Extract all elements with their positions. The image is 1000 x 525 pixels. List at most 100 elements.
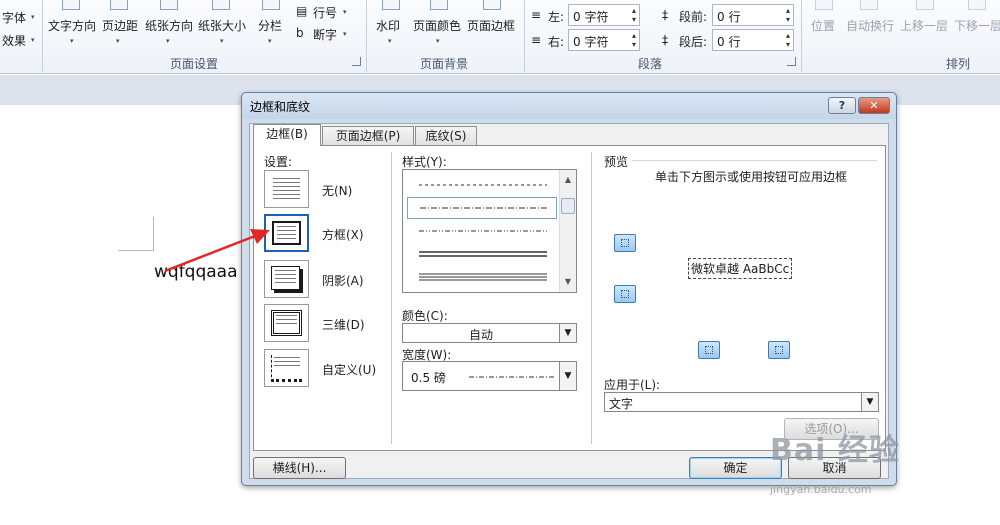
scroll-thumb[interactable] [561,198,575,214]
orientation-icon [160,0,178,10]
top-border-button[interactable] [614,234,636,252]
setting-shadow-label[interactable]: 阴影(A) [322,272,364,289]
dialog-titlebar[interactable]: 边框和底纹 ? ✕ [242,93,896,119]
setting-custom-label[interactable]: 自定义(U) [322,361,376,378]
text-direction-button[interactable]: 文字方向 [48,17,96,34]
chevron-down-icon: ▾ [70,37,74,45]
paper-size-button[interactable]: 纸张大小 [198,17,246,34]
page-color-button[interactable]: 页面颜色 [413,17,461,34]
page-background-group-label: 页面背景 [420,57,469,71]
margins-icon [110,0,128,10]
style-option-dashed[interactable] [407,174,557,196]
orientation-button[interactable]: 纸张方向 [145,17,193,34]
spin-arrows-icon[interactable]: ▴ ▾ [786,31,790,49]
spacing-after-icon: ‡ [662,33,668,47]
hyphenation-icon: b [296,26,304,40]
spacing-before-input[interactable]: 0 行 ▴ ▾ [712,4,794,26]
setting-shadow-icon[interactable] [264,260,309,298]
ribbon-divider [801,0,802,72]
right-border-button[interactable] [768,341,790,359]
spin-arrows-icon[interactable]: ▴ ▾ [632,6,636,24]
page-border-icon [483,0,501,10]
send-backward-button[interactable]: 下移一层 [954,17,1000,34]
setting-3d-label[interactable]: 三维(D) [322,316,365,333]
help-button[interactable]: ? [828,97,856,114]
indent-right-input[interactable]: 0 字符 ▴ ▾ [568,29,640,51]
wrap-text-button[interactable]: 自动换行 [846,17,894,34]
chevron-down-icon[interactable]: ▼ [861,393,878,411]
indent-left-label: 左: [548,10,565,24]
setting-3d-icon[interactable] [264,304,309,342]
hyphenation-button[interactable]: 断字 [313,26,337,43]
setting-none-label[interactable]: 无(N) [322,182,352,199]
spin-arrows-icon[interactable]: ▴ ▾ [786,6,790,24]
indent-left-icon: ≡ [531,8,542,22]
scroll-down-icon[interactable]: ▼ [560,274,576,290]
page-color-icon [430,0,448,10]
arrange-group-label: 排列 [946,57,971,71]
close-button[interactable]: ✕ [858,97,890,114]
setting-box-icon[interactable] [264,214,309,252]
tab-borders[interactable]: 边框(B) [253,124,321,146]
preview-group-line [632,160,877,161]
effects-button[interactable]: 效果 [2,32,26,49]
chevron-down-icon: ▾ [116,37,120,45]
watermark-icon [382,0,400,10]
style-option-dash-dot-dot[interactable] [407,220,557,242]
paragraph-group-label: 段落 [638,57,663,71]
chevron-down-icon: ▾ [388,37,392,45]
chevron-down-icon[interactable]: ▼ [559,324,576,342]
columns-button[interactable]: 分栏 [258,17,282,34]
tab-page-border[interactable]: 页面边框(P) [322,126,414,146]
chevron-down-icon[interactable]: ▼ [559,362,576,390]
columns-icon [262,0,280,10]
setting-none-icon[interactable] [264,170,309,208]
line-numbers-icon: ▤ [296,4,308,18]
ribbon-divider [524,0,525,72]
bring-forward-button[interactable]: 上移一层 [900,17,948,34]
ribbon-divider [42,0,43,72]
style-list-scrollbar[interactable]: ▲ ▼ [559,170,576,292]
style-option-double[interactable] [407,243,557,265]
width-select[interactable]: 0.5 磅 ▼ [402,361,577,391]
document-text[interactable]: wqfqqaaa [154,262,238,282]
watermark-logo: Bai 经验 [770,433,900,468]
apply-to-label: 应用于(L): [604,378,661,392]
paragraph-launcher-icon[interactable] [787,57,796,66]
spacing-after-label: 段后: [679,35,708,49]
style-list[interactable]: ▲ ▼ [402,169,577,293]
setting-custom-icon[interactable] [264,349,309,387]
margins-button[interactable]: 页边距 [102,17,138,34]
color-select[interactable]: 自动 ▼ [402,323,577,343]
horizontal-line-button[interactable]: 横线(H)... [253,457,346,479]
text-direction-icon [62,0,80,10]
dialog-title: 边框和底纹 [250,100,311,114]
spin-arrows-icon[interactable]: ▴ ▾ [632,31,636,49]
apply-to-select[interactable]: 文字 ▼ [604,392,879,412]
position-button[interactable]: 位置 [811,17,835,34]
style-label: 样式(Y): [402,155,447,169]
page-border-button[interactable]: 页面边框 [467,17,515,34]
tab-shading[interactable]: 底纹(S) [415,126,477,146]
bottom-border-button[interactable] [614,285,636,303]
line-numbers-button[interactable]: 行号 [313,4,337,21]
preview-sample[interactable]: 微软卓越 AaBbCc [688,258,793,279]
scroll-up-icon[interactable]: ▲ [560,172,576,188]
style-option-thick-thin[interactable] [407,266,557,288]
position-icon [815,0,833,10]
chevron-down-icon: ▾ [31,36,35,44]
preview-label: 预览 [604,155,629,169]
indent-right-icon: ≡ [531,33,542,47]
bring-forward-icon [916,0,934,10]
spacing-after-input[interactable]: 0 行 ▴ ▾ [712,29,794,51]
indent-left-input[interactable]: 0 字符 ▴ ▾ [568,4,640,26]
color-label: 颜色(C): [402,309,448,323]
style-option-dash-dot[interactable] [407,197,557,219]
page-setup-launcher-icon[interactable] [352,57,361,66]
left-border-button[interactable] [698,341,720,359]
ribbon: 字体 ▾ 效果 ▾ 文字方向 ▾ 页边距 ▾ 纸张方向 ▾ 纸张大小 ▾ 分栏 … [0,0,1000,74]
setting-box-label[interactable]: 方框(X) [322,226,364,243]
font-button[interactable]: 字体 [2,9,26,26]
watermark-button[interactable]: 水印 [376,17,400,34]
ok-button[interactable]: 确定 [689,457,782,479]
